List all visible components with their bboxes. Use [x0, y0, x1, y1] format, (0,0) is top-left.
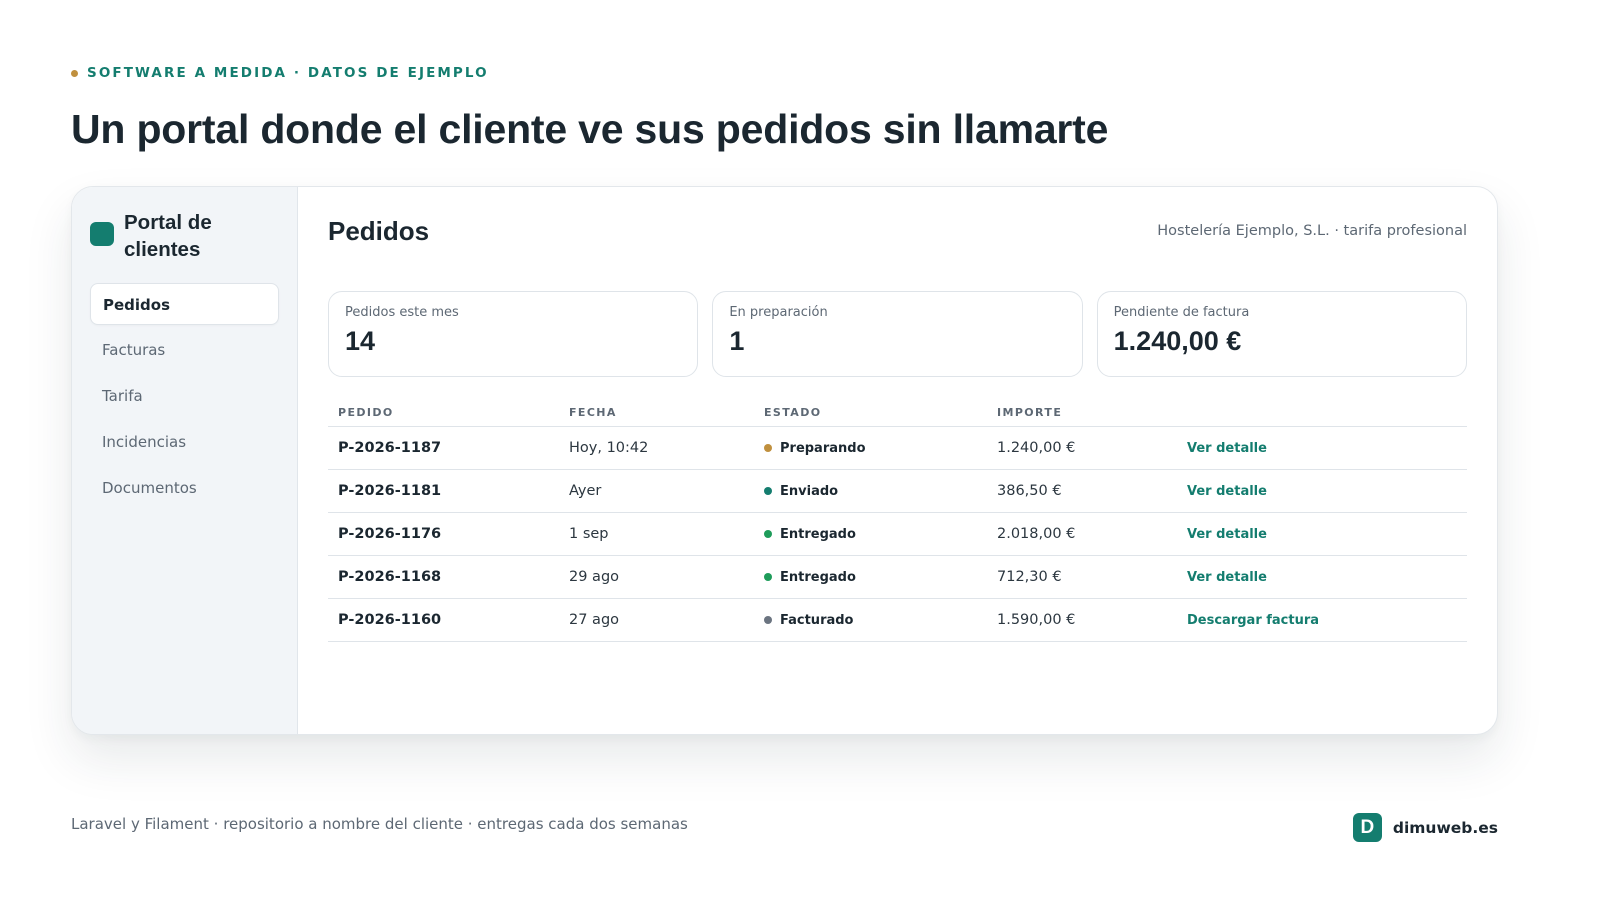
sidebar: Portal de clientes Pedidos Facturas Tari… — [72, 187, 298, 734]
table-row: P-2026-1168 29 ago Entregado 712,30 € Ver de… — [328, 556, 1467, 599]
status-label: Entregado — [780, 526, 856, 542]
sidebar-item-tarifa[interactable]: Tarifa — [90, 375, 279, 417]
dimuweb-logo-icon: D — [1352, 813, 1382, 842]
stat-label: Pendiente de factura — [1113, 305, 1250, 320]
column-header-pedido: PEDIDO — [338, 406, 394, 419]
stat-card-in-preparation: En preparación 1 — [712, 291, 1083, 377]
status-badge: Enviado — [764, 484, 997, 499]
sidebar-item-documentos[interactable]: Documentos — [90, 467, 279, 509]
order-date: 27 ago — [569, 612, 620, 628]
status-label: Enviado — [780, 483, 839, 499]
eyebrow: SOFTWARE A MEDIDA · DATOS DE EJEMPLO — [71, 65, 489, 81]
sidebar-item-incidencias[interactable]: Incidencias — [90, 421, 279, 463]
table-row: P-2026-1176 1 sep Entregado 2.018,00 € Ver d… — [328, 513, 1467, 556]
order-date: Ayer — [569, 483, 602, 499]
brand-name: Portal de clientes — [124, 211, 212, 261]
sidebar-item-pedidos[interactable]: Pedidos — [90, 283, 279, 325]
main-content: Pedidos Hostelería Ejemplo, S.L. · tarif… — [298, 187, 1497, 734]
status-badge: Facturado — [764, 613, 997, 628]
order-date: 29 ago — [569, 569, 620, 585]
sidebar-nav: Pedidos Facturas Tarifa Incidencias Docu… — [90, 283, 279, 509]
order-id: P-2026-1168 — [338, 569, 442, 585]
order-id: P-2026-1160 — [338, 612, 442, 628]
column-header-fecha: FECHA — [569, 406, 617, 419]
order-amount: 712,30 € — [997, 569, 1062, 585]
headline: Un portal donde el cliente ve sus pedido… — [71, 106, 1109, 152]
footer-note: Laravel y Filament · repositorio a nombr… — [71, 815, 688, 833]
orders-table: PEDIDO FECHA ESTADO IMPORTE P-2026-1187 H… — [328, 399, 1467, 642]
brand-logo-icon — [90, 222, 114, 246]
footer-brand: D dimuweb.es — [1352, 813, 1498, 842]
app-window: Portal de clientes Pedidos Facturas Tari… — [71, 186, 1498, 735]
table-body: P-2026-1187 Hoy, 10:42 Preparando 1.240,00 … — [328, 427, 1467, 642]
order-id: P-2026-1187 — [338, 440, 442, 456]
order-id: P-2026-1181 — [338, 483, 442, 499]
table-header: PEDIDO FECHA ESTADO IMPORTE — [328, 399, 1467, 427]
column-header-importe: IMPORTE — [997, 406, 1063, 419]
status-label: Preparando — [780, 440, 866, 456]
customer-info: Hostelería Ejemplo, S.L. · tarifa profes… — [1157, 223, 1467, 239]
table-row: P-2026-1187 Hoy, 10:42 Preparando 1.240,00 … — [328, 427, 1467, 470]
order-action-link[interactable]: Ver detalle — [1187, 570, 1267, 585]
status-badge: Preparando — [764, 441, 997, 456]
status-dot-icon — [764, 444, 772, 452]
order-amount: 1.240,00 € — [997, 440, 1076, 456]
order-date: 1 sep — [569, 526, 609, 542]
stat-card-pending-invoice: Pendiente de factura 1.240,00 € — [1096, 291, 1467, 377]
table-row: P-2026-1181 Ayer Enviado 386,50 € Ver detall… — [328, 470, 1467, 513]
stat-value: 1.240,00 € — [1113, 326, 1242, 356]
page-title: Pedidos — [328, 215, 430, 246]
main-header: Pedidos Hostelería Ejemplo, S.L. · tarif… — [328, 213, 1467, 249]
order-action-link[interactable]: Ver detalle — [1187, 441, 1267, 456]
order-amount: 2.018,00 € — [997, 526, 1076, 542]
order-amount: 386,50 € — [997, 483, 1062, 499]
status-dot-icon — [764, 573, 772, 581]
status-label: Entregado — [780, 569, 856, 585]
stat-label: En preparación — [729, 305, 828, 320]
table-row: P-2026-1160 27 ago Facturado 1.590,00 € Desc… — [328, 599, 1467, 642]
eyebrow-text: SOFTWARE A MEDIDA · DATOS DE EJEMPLO — [87, 65, 489, 81]
brand: Portal de clientes — [90, 209, 279, 263]
order-action-link[interactable]: Descargar factura — [1187, 613, 1319, 628]
order-date: Hoy, 10:42 — [569, 440, 649, 456]
column-header-estado: ESTADO — [764, 406, 822, 419]
stat-card-orders-month: Pedidos este mes 14 — [328, 291, 699, 377]
footer-domain: dimuweb.es — [1392, 818, 1498, 837]
status-label: Facturado — [780, 612, 854, 628]
stat-label: Pedidos este mes — [345, 305, 459, 320]
order-id: P-2026-1176 — [338, 526, 442, 542]
order-action-link[interactable]: Ver detalle — [1187, 527, 1267, 542]
eyebrow-dot — [71, 69, 78, 77]
status-badge: Entregado — [764, 527, 997, 542]
stat-value: 14 — [345, 326, 376, 356]
stats-row: Pedidos este mes 14 En preparación 1 Pen… — [328, 291, 1467, 377]
status-dot-icon — [764, 487, 772, 495]
status-dot-icon — [764, 530, 772, 538]
status-dot-icon — [764, 616, 772, 624]
status-badge: Entregado — [764, 570, 997, 585]
order-action-link[interactable]: Ver detalle — [1187, 484, 1267, 499]
sidebar-item-facturas[interactable]: Facturas — [90, 329, 279, 371]
stat-value: 1 — [729, 326, 745, 356]
order-amount: 1.590,00 € — [997, 612, 1076, 628]
